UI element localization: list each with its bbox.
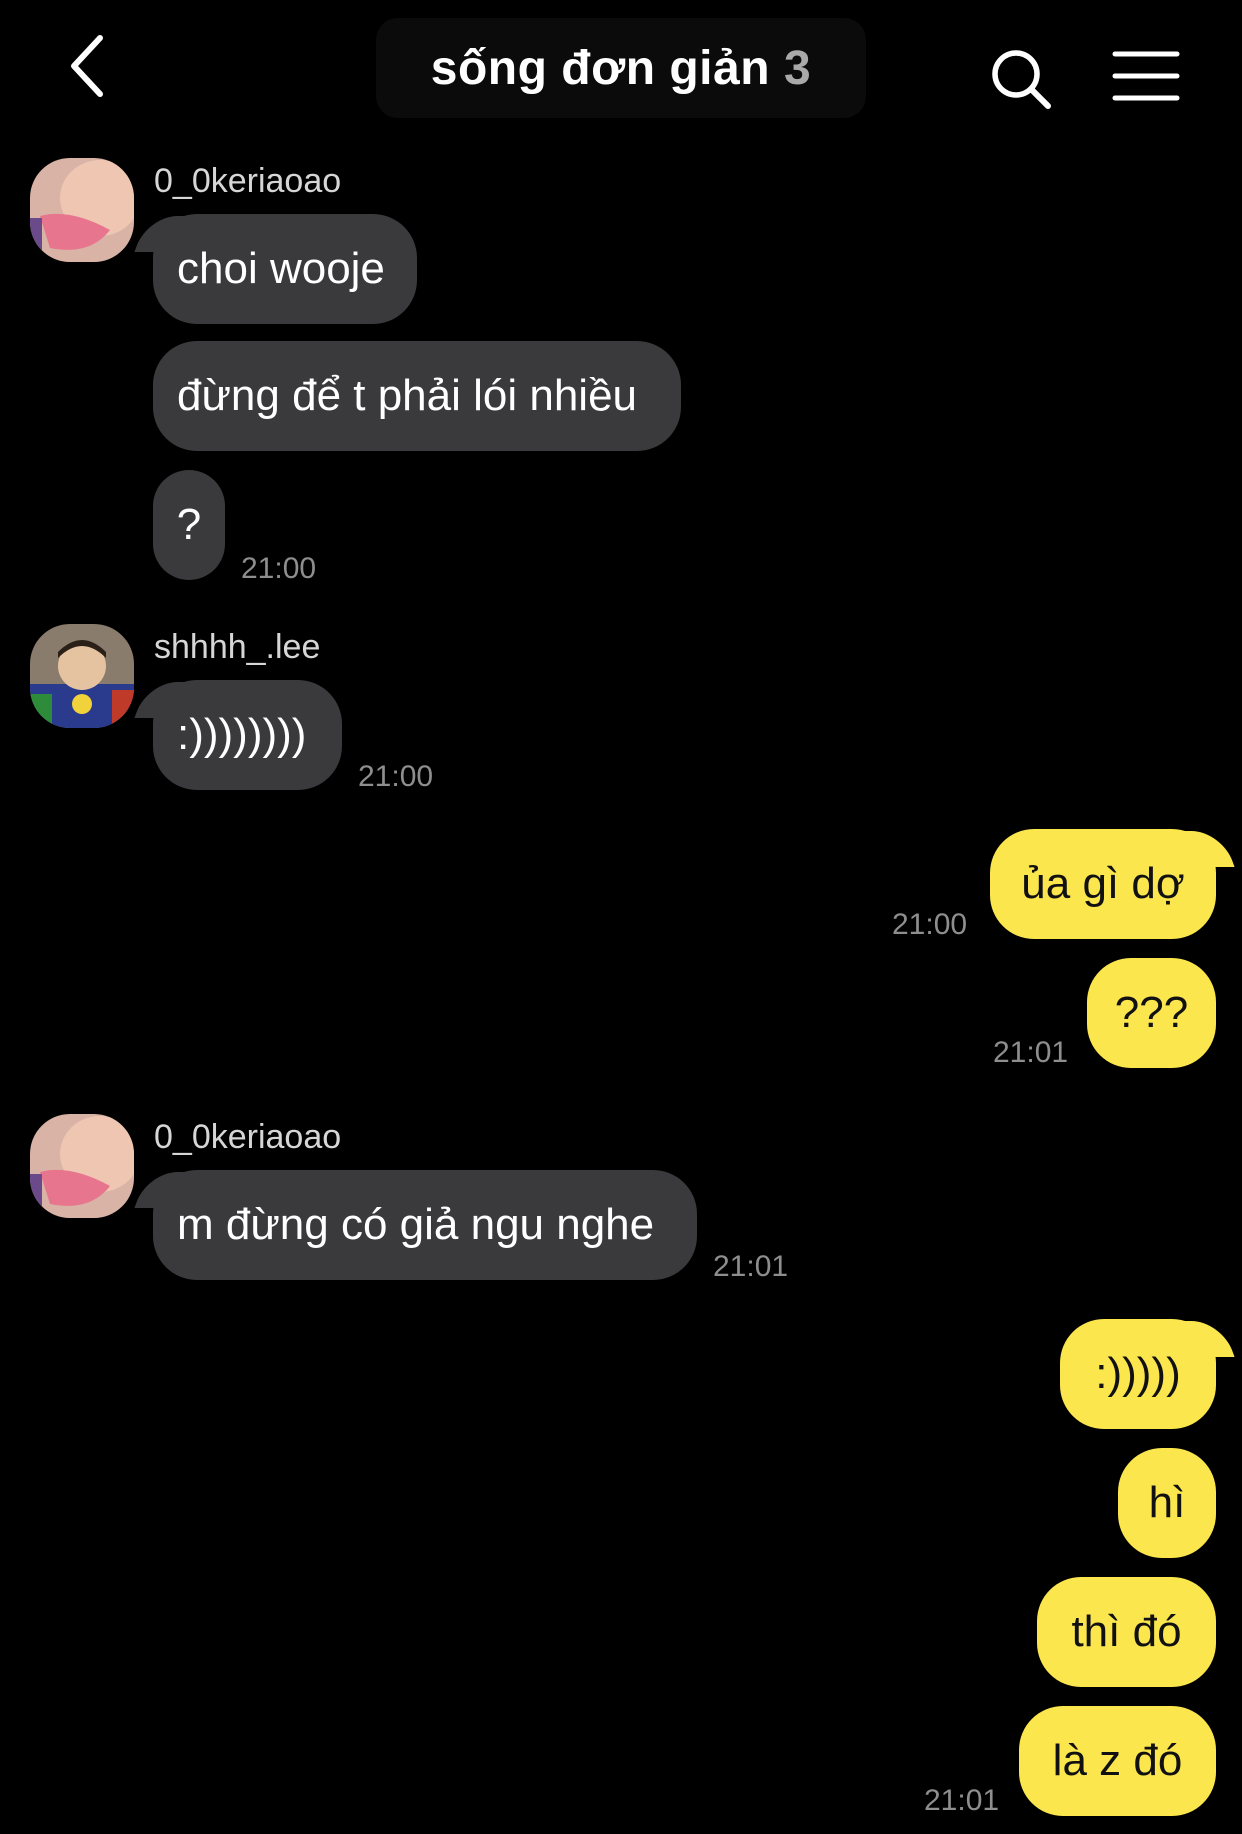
message-bubble[interactable]: ??? bbox=[1087, 958, 1216, 1068]
message-bubble[interactable]: là z đó bbox=[1019, 1706, 1216, 1816]
message-bubble[interactable]: ? bbox=[153, 470, 225, 580]
message-bubble[interactable]: m đừng có giả ngu nghe bbox=[153, 1170, 697, 1280]
sender-name: 0_0keriaoao bbox=[154, 162, 342, 200]
message-bubble[interactable]: :)))))))) bbox=[153, 680, 342, 790]
timestamp: 21:00 bbox=[892, 908, 968, 941]
message-text: :))))) bbox=[1095, 1349, 1181, 1398]
timestamp: 21:01 bbox=[993, 1036, 1069, 1069]
message-bubble[interactable]: hì bbox=[1118, 1448, 1216, 1558]
message-text: đừng để t phải lói nhiều bbox=[177, 371, 638, 420]
message-text: hì bbox=[1148, 1478, 1186, 1527]
chevron-left-icon[interactable] bbox=[62, 30, 122, 102]
chat-header: sống đơn giản 3 bbox=[0, 0, 1242, 140]
timestamp: 21:00 bbox=[241, 552, 317, 585]
chat-room-name: sống đơn giản bbox=[430, 41, 771, 95]
message-text: là z đó bbox=[1052, 1736, 1183, 1785]
timestamp: 21:01 bbox=[713, 1250, 789, 1283]
avatar[interactable] bbox=[30, 1114, 134, 1218]
chat-title[interactable]: sống đơn giản 3 bbox=[376, 18, 866, 118]
message-text: ? bbox=[176, 500, 202, 549]
message-text: :)))))))) bbox=[177, 710, 307, 759]
timestamp: 21:01 bbox=[924, 1784, 1000, 1817]
member-count: 3 bbox=[784, 41, 812, 95]
message-text: ủa gì dợ bbox=[1021, 859, 1185, 908]
message-text: ??? bbox=[1114, 988, 1189, 1037]
message-bubble[interactable]: choi wooje bbox=[153, 214, 417, 324]
message-bubble[interactable]: thì đó bbox=[1037, 1577, 1216, 1687]
message-bubble[interactable]: :))))) bbox=[1060, 1319, 1216, 1429]
sender-name: 0_0keriaoao bbox=[154, 1118, 342, 1156]
hamburger-menu-icon[interactable] bbox=[1112, 50, 1180, 102]
message-text: m đừng có giả ngu nghe bbox=[177, 1200, 655, 1249]
message-bubble[interactable]: đừng để t phải lói nhiều bbox=[153, 341, 681, 451]
avatar[interactable] bbox=[30, 624, 134, 728]
message-bubble[interactable]: ủa gì dợ bbox=[990, 829, 1216, 939]
avatar[interactable] bbox=[30, 158, 134, 262]
search-icon[interactable] bbox=[990, 48, 1052, 110]
message-text: thì đó bbox=[1071, 1607, 1182, 1656]
timestamp: 21:00 bbox=[358, 760, 434, 793]
sender-name: shhhh_.lee bbox=[154, 628, 321, 666]
message-text: choi wooje bbox=[177, 244, 385, 293]
